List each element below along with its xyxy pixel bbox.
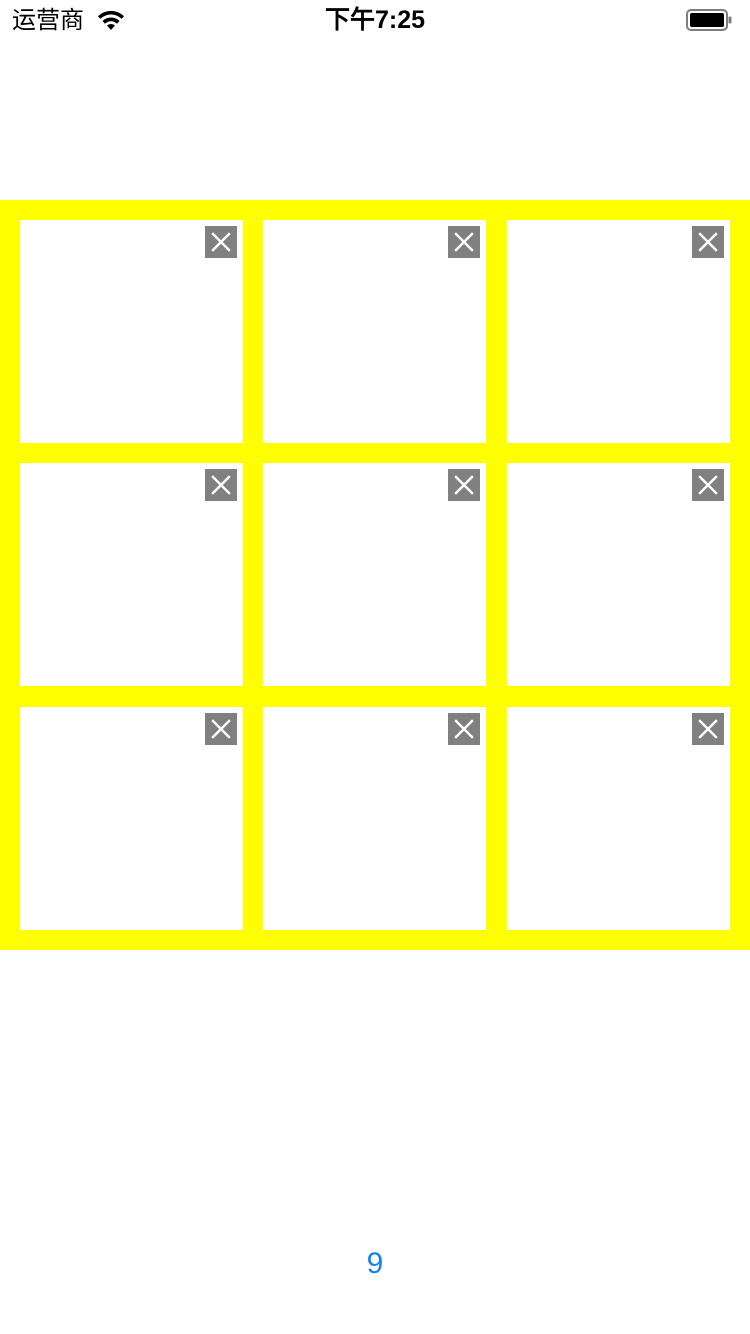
close-icon[interactable] [692,713,724,745]
grid-cell[interactable] [20,463,243,686]
grid-cell[interactable] [263,707,486,930]
close-icon[interactable] [448,713,480,745]
status-bar: 运营商 下午7:25 [0,0,750,40]
grid-cell[interactable] [263,220,486,443]
close-icon[interactable] [692,469,724,501]
image-grid [0,200,750,950]
status-time: 下午7:25 [324,6,426,34]
close-icon[interactable] [692,226,724,258]
battery-icon [686,9,732,31]
grid-cell[interactable] [20,220,243,443]
close-icon[interactable] [448,226,480,258]
close-icon[interactable] [448,469,480,501]
grid-cell[interactable] [20,707,243,930]
grid-cell[interactable] [263,463,486,686]
screen: 运营商 下午7:25 9 [0,0,750,1334]
grid-cell[interactable] [507,220,730,443]
grid-cell[interactable] [507,707,730,930]
close-icon[interactable] [205,469,237,501]
item-count: 9 [366,1247,384,1280]
close-icon[interactable] [205,713,237,745]
close-icon[interactable] [205,226,237,258]
grid-cell[interactable] [507,463,730,686]
